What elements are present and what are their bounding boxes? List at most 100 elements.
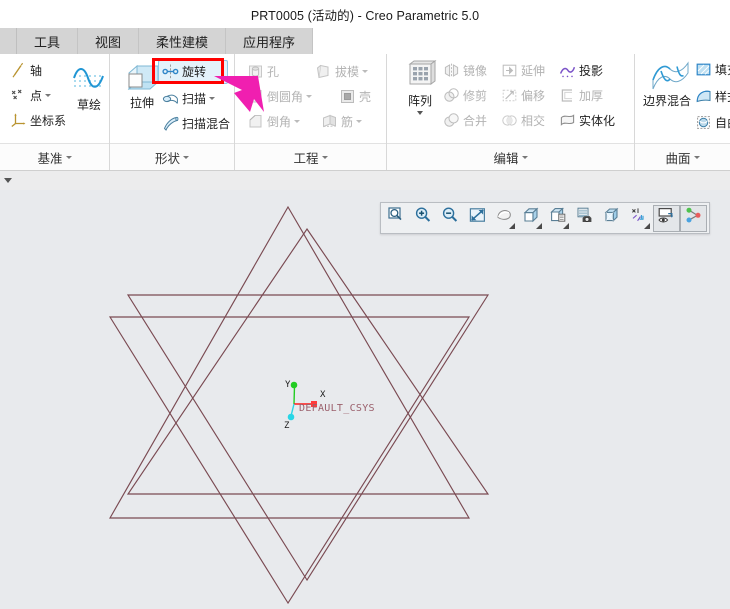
- datum-point-icon: [10, 87, 27, 104]
- spin-center-icon: [684, 206, 703, 230]
- refit-icon: [468, 206, 487, 230]
- style-icon: [695, 88, 712, 105]
- ribbon-group-shapes-label[interactable]: 形状: [110, 143, 234, 170]
- csys-x-label: X: [320, 390, 326, 400]
- ribbon-group-editing-label[interactable]: 编辑: [387, 143, 634, 170]
- chevron-down-icon[interactable]: [209, 97, 216, 100]
- cmd-merge[interactable]: 合并: [443, 112, 487, 129]
- cmd-offset[interactable]: 偏移: [501, 87, 545, 104]
- default-csys-triad[interactable]: [287, 381, 317, 421]
- extend-icon: [501, 62, 518, 79]
- cmd-chamfer-label: 倒角: [267, 115, 292, 129]
- cmd-datum-csys[interactable]: 坐标系: [10, 112, 66, 129]
- tab-view[interactable]: 视图: [78, 28, 140, 54]
- cmd-extend[interactable]: 延伸: [501, 62, 545, 79]
- rib-icon: [321, 113, 338, 130]
- chevron-down-icon[interactable]: [306, 95, 313, 98]
- cmd-extend-label: 延伸: [521, 64, 546, 78]
- cmd-fill-label: 填充: [715, 63, 730, 77]
- sketch-icon: [72, 64, 106, 94]
- display-style-icon: [603, 206, 622, 230]
- cmd-offset-label: 偏移: [521, 89, 546, 103]
- ribbon-group-shapes-title: 形状: [154, 151, 180, 166]
- cmd-swept-blend-label: 扫描混合: [182, 117, 231, 131]
- ribbon-group-surfaces-body: 边界混合 填充: [635, 54, 730, 144]
- annotation-display-button[interactable]: [653, 204, 680, 232]
- star-front-down-triangle: [108, 316, 471, 605]
- chevron-down-icon[interactable]: [45, 94, 52, 97]
- chevron-down-icon[interactable]: [65, 155, 72, 159]
- ribbon-group-editing: 阵列 镜像 延伸 投影 修剪 偏移 加厚 合并 相交 实体化 编辑: [387, 54, 635, 170]
- chevron-down-icon[interactable]: [521, 155, 528, 159]
- cmd-intersect-label: 相交: [521, 114, 546, 128]
- collapse-ribbon-icon[interactable]: [4, 178, 12, 183]
- graphics-window[interactable]: Y X Z DEFAULT_CSYS: [0, 190, 730, 609]
- cmd-round[interactable]: 倒圆角: [247, 88, 313, 105]
- cmd-pattern[interactable]: 阵列: [393, 60, 447, 115]
- cmd-sketch[interactable]: 草绘: [62, 64, 116, 113]
- cmd-swept-blend[interactable]: 扫描混合: [162, 115, 230, 132]
- cmd-project[interactable]: 投影: [559, 62, 603, 79]
- cmd-freestyle[interactable]: 自由式: [695, 114, 730, 131]
- reorient-button[interactable]: [491, 205, 518, 232]
- cmd-shell[interactable]: 壳: [339, 88, 371, 105]
- saved-views-button[interactable]: [518, 205, 545, 232]
- cmd-mirror[interactable]: 镜像: [443, 62, 487, 79]
- cmd-sweep[interactable]: 扫描: [162, 90, 216, 107]
- cmd-intersect[interactable]: 相交: [501, 112, 545, 129]
- cmd-datum-axis[interactable]: 轴: [10, 62, 42, 79]
- chevron-down-icon[interactable]: [294, 120, 301, 123]
- cmd-rib-label: 筋: [341, 115, 354, 129]
- capture-image-button[interactable]: [572, 205, 599, 232]
- swept-blend-icon: [162, 115, 179, 132]
- ribbon-group-datum-label[interactable]: 基准: [0, 143, 109, 170]
- chevron-down-icon[interactable]: [362, 70, 369, 73]
- cmd-draft-label: 拔模: [335, 65, 360, 79]
- cmd-trim[interactable]: 修剪: [443, 87, 487, 104]
- annotation-display-icon: [657, 206, 676, 230]
- cmd-rib[interactable]: 筋: [321, 113, 363, 130]
- chevron-down-icon[interactable]: [536, 222, 542, 229]
- cmd-thicken-label: 加厚: [579, 89, 604, 103]
- datum-display-button[interactable]: [626, 205, 653, 232]
- chevron-down-icon[interactable]: [417, 111, 423, 115]
- cmd-trim-label: 修剪: [463, 89, 488, 103]
- cmd-solidify[interactable]: 实体化: [559, 112, 615, 129]
- refit-button[interactable]: [464, 205, 491, 232]
- view-manager-button[interactable]: [545, 205, 572, 232]
- cmd-boundary-blend[interactable]: 边界混合: [636, 60, 698, 109]
- cmd-revolve[interactable]: 旋转: [162, 63, 206, 80]
- cmd-fill[interactable]: 填充: [695, 61, 730, 78]
- cmd-thicken[interactable]: 加厚: [559, 87, 603, 104]
- chevron-down-icon[interactable]: [183, 155, 189, 159]
- cmd-draft[interactable]: 拔模: [315, 63, 369, 80]
- chevron-down-icon[interactable]: [509, 222, 515, 229]
- csys-z-handle: [287, 413, 295, 421]
- cmd-style[interactable]: 样式: [695, 88, 730, 105]
- chevron-down-icon[interactable]: [693, 155, 700, 159]
- cmd-chamfer[interactable]: 倒角: [247, 113, 301, 130]
- ribbon-group-surfaces-label[interactable]: 曲面: [635, 143, 730, 170]
- datum-axis-icon: [10, 62, 27, 79]
- chevron-down-icon[interactable]: [563, 222, 569, 229]
- cmd-datum-point[interactable]: 点: [10, 87, 52, 104]
- zoom-in-button[interactable]: [410, 205, 437, 232]
- chevron-down-icon[interactable]: [356, 120, 363, 123]
- ribbon-group-engineering-label[interactable]: 工程: [235, 143, 386, 170]
- creo-parametric-window: PRT0005 (活动的) - Creo Parametric 5.0 工具 视…: [0, 0, 730, 609]
- cmd-solidify-label: 实体化: [579, 114, 616, 128]
- tab-flexible-modeling[interactable]: 柔性建模: [139, 28, 227, 54]
- ribbon-group-datum-title: 基准: [37, 151, 63, 166]
- display-style-button[interactable]: [599, 205, 626, 232]
- draft-icon: [315, 63, 332, 80]
- tab-tools[interactable]: 工具: [17, 28, 79, 54]
- chevron-down-icon[interactable]: [644, 222, 650, 229]
- csys-name-label: DEFAULT_CSYS: [299, 403, 375, 414]
- cmd-hole[interactable]: 孔: [247, 63, 279, 80]
- hole-icon: [247, 63, 264, 80]
- zoom-out-button[interactable]: [437, 205, 464, 232]
- tab-applications[interactable]: 应用程序: [226, 28, 314, 54]
- spin-center-button[interactable]: [680, 204, 707, 232]
- chevron-down-icon[interactable]: [321, 155, 328, 159]
- zoom-area-button[interactable]: [383, 205, 410, 232]
